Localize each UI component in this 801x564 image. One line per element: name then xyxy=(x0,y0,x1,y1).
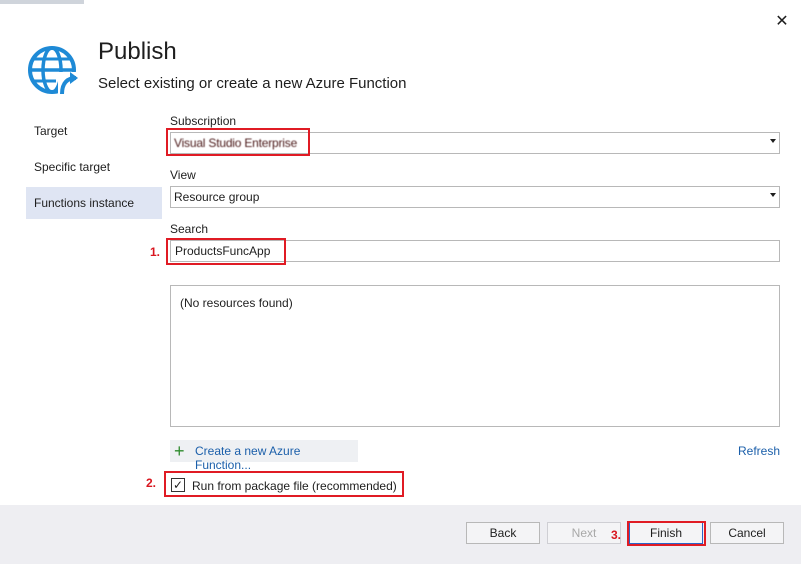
nav-item-functions-instance[interactable]: Functions instance xyxy=(26,187,162,219)
plus-icon: + xyxy=(174,441,185,461)
annotation-box-search xyxy=(166,238,286,265)
create-azure-function-label: Create a new Azure Function... xyxy=(195,444,301,472)
refresh-link[interactable]: Refresh xyxy=(738,444,780,458)
annotation-step-1: 1. xyxy=(150,245,161,259)
window-top-strip xyxy=(0,0,801,4)
view-label: View xyxy=(170,168,196,182)
subscription-label: Subscription xyxy=(170,114,237,128)
cancel-button[interactable]: Cancel xyxy=(710,522,784,544)
chevron-down-icon xyxy=(770,139,776,143)
results-empty-text: (No resources found) xyxy=(180,296,293,310)
search-label: Search xyxy=(170,222,209,236)
nav-item-specific-target[interactable]: Specific target xyxy=(26,151,162,183)
view-value: Resource group xyxy=(174,190,260,204)
next-button[interactable]: Next xyxy=(547,522,621,544)
chevron-down-icon xyxy=(770,193,776,197)
page-title: Publish xyxy=(98,38,177,65)
page-subtitle: Select existing or create a new Azure Fu… xyxy=(98,75,407,92)
close-icon[interactable]: ✕ xyxy=(772,12,792,32)
annotation-step-3: 3. xyxy=(611,528,622,542)
annotation-box-run-from-package xyxy=(164,471,404,497)
view-dropdown[interactable]: Resource group xyxy=(170,186,780,208)
globe-publish-icon xyxy=(28,46,80,96)
back-button[interactable]: Back xyxy=(466,522,540,544)
window-tab[interactable] xyxy=(0,0,84,4)
create-azure-function-link[interactable]: + Create a new Azure Function... xyxy=(170,440,358,472)
annotation-box-finish xyxy=(627,521,706,546)
annotation-box-subscription xyxy=(166,128,310,156)
nav-item-target[interactable]: Target xyxy=(26,115,162,147)
annotation-step-2: 2. xyxy=(146,476,157,490)
results-list[interactable]: (No resources found) xyxy=(170,285,780,427)
